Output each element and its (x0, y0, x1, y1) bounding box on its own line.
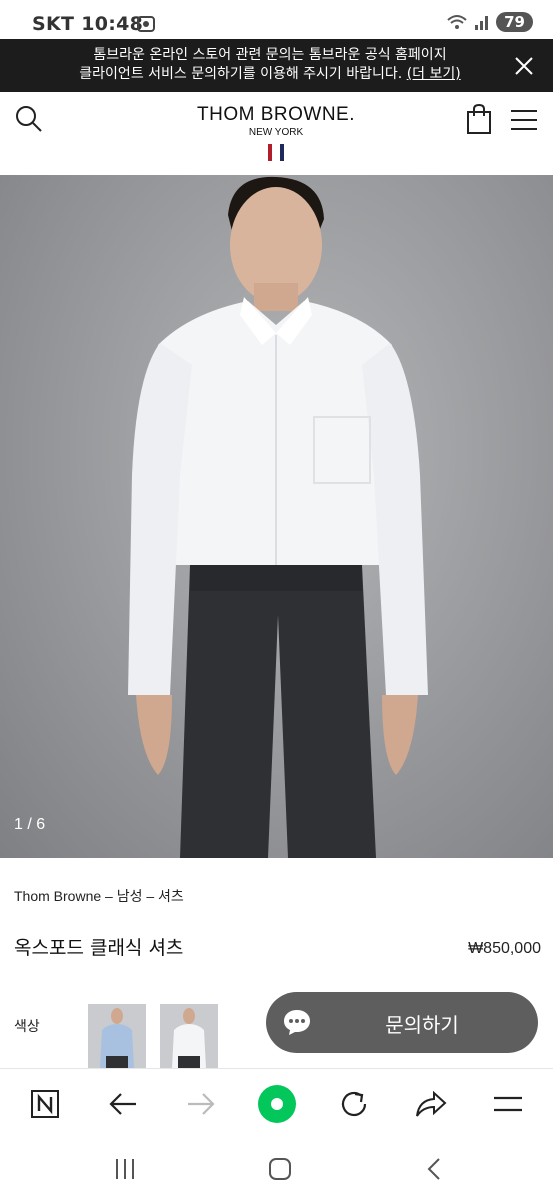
color-swatch-white[interactable] (160, 1004, 218, 1068)
refresh-icon[interactable] (337, 1087, 371, 1121)
browser-toolbar (0, 1068, 553, 1138)
notice-line-2: 클라이언트 서비스 문의하기를 이용해 주시기 바랍니다. (더 보기) (40, 65, 500, 84)
tricolor-flag-icon (268, 144, 286, 161)
green-dot-icon[interactable] (257, 1084, 297, 1124)
product-title: 옥스포드 클래식 셔츠 (14, 937, 184, 959)
status-bar: SKT 10:48 79 (0, 0, 553, 40)
product-image[interactable]: 1 / 6 (0, 175, 553, 858)
screenshot-icon (137, 16, 155, 32)
brand-name: THOM BROWNE. (197, 104, 355, 125)
system-back-icon[interactable] (420, 1156, 450, 1182)
flag-white (274, 144, 278, 161)
status-icons: 79 (446, 12, 533, 32)
chat-label: 문의하기 (385, 1013, 459, 1037)
status-carrier-time: SKT 10:48 (32, 13, 143, 35)
recent-apps-icon[interactable] (110, 1156, 140, 1182)
battery-icon: 79 (496, 12, 533, 32)
color-swatch-light-blue[interactable] (88, 1004, 146, 1068)
share-icon[interactable] (414, 1087, 448, 1121)
notice-text: 톰브라운 온라인 스토어 관련 문의는 톰브라운 공식 홈페이지 클라이언트 서… (40, 46, 500, 84)
menu-icon[interactable] (491, 1087, 525, 1121)
signal-icon (475, 16, 489, 30)
site-header: THOM BROWNE. NEW YORK (0, 92, 553, 175)
brand-sub: NEW YORK (248, 127, 304, 138)
notice-more-link[interactable]: (더 보기) (407, 66, 461, 82)
breadcrumb[interactable]: Thom Browne – 남성 – 셔츠 (14, 886, 184, 906)
back-icon[interactable] (106, 1087, 140, 1121)
search-icon[interactable] (14, 104, 44, 134)
flag-red (268, 144, 272, 161)
notice-line-1: 톰브라운 온라인 스토어 관련 문의는 톰브라운 공식 홈페이지 (93, 47, 447, 63)
image-counter: 1 / 6 (14, 816, 46, 833)
forward-icon (184, 1087, 218, 1121)
color-label: 색상 (14, 1019, 40, 1035)
product-price: ₩850,000 (468, 940, 541, 957)
flag-blue (280, 144, 284, 161)
white-shirt-thumbnail (172, 1008, 206, 1068)
naver-home-icon[interactable] (28, 1087, 62, 1121)
close-icon[interactable] (513, 55, 535, 77)
home-icon[interactable] (265, 1156, 295, 1182)
shopping-bag-icon[interactable] (466, 103, 492, 135)
inquiry-chat-button[interactable]: 문의하기 (266, 992, 538, 1053)
brand-logo[interactable]: THOM BROWNE. NEW YORK (176, 104, 376, 138)
system-navigation (0, 1138, 553, 1200)
hamburger-menu-icon[interactable] (510, 108, 538, 132)
clock: 10:48 (81, 13, 144, 35)
model-illustration (128, 176, 428, 858)
notice-banner: 톰브라운 온라인 스토어 관련 문의는 톰브라운 공식 홈페이지 클라이언트 서… (0, 39, 553, 92)
notice-line-2-text: 클라이언트 서비스 문의하기를 이용해 주시기 바랍니다. (79, 66, 407, 82)
light-blue-shirt-thumbnail (100, 1008, 134, 1068)
wifi-icon (447, 15, 467, 29)
carrier: SKT (32, 13, 75, 35)
